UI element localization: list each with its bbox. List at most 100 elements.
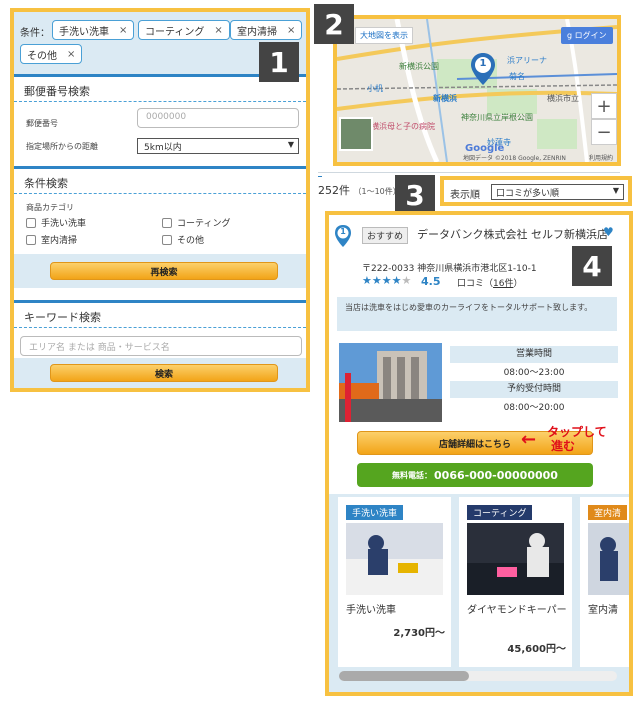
chip-hand-wash[interactable]: 手洗い洗車 ×	[52, 20, 135, 40]
hours-value: 08:00～23:00	[503, 368, 565, 378]
checkbox-label: その他	[177, 236, 205, 246]
stars-empty: ★	[401, 274, 412, 287]
close-icon[interactable]: ×	[214, 25, 222, 36]
result-count-value: 252件	[318, 184, 350, 197]
phone-prefix: 無料電話：	[392, 470, 433, 480]
product-card[interactable]: コーティング ダイヤモンドキーパー 45,600円～	[459, 497, 572, 667]
result-count: 252件 （1～10件）	[318, 182, 401, 198]
product-name: 手洗い洗車	[346, 605, 396, 616]
map-panel: 大地図を表示 g ログイン 浜アリーナ 菊名 新横浜公園 小机 新横浜 横浜市立…	[333, 15, 621, 166]
map-pin-icon: 1	[335, 225, 351, 247]
badge-2: 2	[314, 4, 354, 44]
map-label-kozukue: 小机	[367, 84, 383, 93]
checkbox-icon[interactable]	[162, 234, 172, 245]
map[interactable]: 大地図を表示 g ログイン 浜アリーナ 菊名 新横浜公園 小机 新横浜 横浜市立…	[337, 19, 617, 162]
research-button[interactable]: 再検索	[50, 262, 278, 280]
badge-4: 4	[572, 246, 612, 286]
product-carousel[interactable]: 手洗い洗車 手洗い洗車 2,730円～ コーティング ダイヤモンドキーパー 45…	[329, 494, 629, 692]
close-icon[interactable]: ×	[287, 25, 295, 36]
postal-label: 郵便番号	[26, 119, 58, 128]
map-copyright: 地図データ ©2018 Google, ZENRIN	[463, 155, 566, 162]
product-image	[346, 523, 443, 595]
review-count: 口コミ（16件）	[457, 276, 522, 289]
category-other-checkbox[interactable]: その他	[162, 233, 204, 246]
result-range: （1～10件）	[353, 187, 401, 196]
chip-label: 手洗い洗車	[59, 26, 109, 38]
carousel-scrollbar[interactable]	[339, 671, 617, 681]
divider	[318, 176, 322, 177]
rating-value: 4.5	[421, 275, 441, 288]
free-call-button[interactable]: 無料電話： 0066-000-00000000	[357, 463, 593, 487]
stars-filled: ★★★★	[362, 274, 402, 287]
star-rating-icon: ★★★★★	[362, 274, 411, 287]
reserve-title: 予約受付時間	[450, 381, 618, 398]
map-terms-link[interactable]: 利用規約	[589, 153, 613, 162]
category-coating-checkbox[interactable]: コーティング	[162, 216, 230, 229]
product-tag: 室内清	[588, 505, 628, 520]
sort-select[interactable]: 口コミが多い順 ▼	[491, 184, 624, 200]
pin-number: 1	[340, 227, 346, 236]
map-label-yokohama-city: 横浜市立	[547, 94, 579, 103]
heart-icon[interactable]: ♥	[603, 225, 614, 239]
tap-note-line2: 進む	[551, 439, 576, 453]
map-label-kikuna: 菊名	[509, 72, 525, 81]
map-pin-icon[interactable]: 1	[471, 53, 495, 85]
recommend-tag: おすすめ	[362, 227, 409, 244]
close-icon[interactable]: ×	[67, 49, 75, 60]
tap-annotation: タップして 進む	[547, 425, 607, 453]
map-label-kishine: 神奈川県立岸根公園	[461, 113, 533, 122]
checkbox-icon[interactable]	[162, 217, 172, 228]
map-label-arena: 浜アリーナ	[507, 56, 547, 65]
zoom-out-button[interactable]: −	[591, 119, 617, 145]
category-interior-checkbox[interactable]: 室内清掃	[26, 233, 77, 246]
product-price: 2,730円～	[393, 628, 445, 639]
checkbox-icon[interactable]	[26, 217, 36, 228]
product-price: 45,600円～	[507, 644, 566, 655]
shop-description: 当店は洗車をはじめ愛車のカーライフをトータルサポート致します。	[337, 297, 617, 331]
chip-other[interactable]: その他 ×	[20, 44, 83, 64]
login-button[interactable]: g ログイン	[561, 27, 613, 44]
keyword-input[interactable]: エリア名 または 商品・サービス名	[20, 336, 302, 356]
map-label-park: 新横浜公園	[399, 62, 439, 71]
category-label: 商品カテゴリ	[26, 203, 74, 212]
chip-label: コーティング	[145, 26, 205, 38]
spacer	[14, 288, 306, 300]
product-tag: コーティング	[467, 505, 533, 520]
hours-title: 営業時間	[450, 346, 618, 363]
tap-note-line1: タップして	[547, 425, 607, 439]
scrollbar-thumb[interactable]	[339, 671, 469, 681]
map-label-shin-yokohama: 新横浜	[433, 94, 457, 103]
product-image	[588, 523, 629, 595]
large-map-link[interactable]: 大地図を表示	[355, 27, 413, 44]
distance-select[interactable]: 5km以内 ▼	[137, 138, 299, 154]
shop-address: 〒222-0033 神奈川県横浜市港北区1-10-1	[362, 264, 537, 274]
chip-label: その他	[27, 50, 57, 62]
distance-label: 指定場所からの距離	[26, 142, 98, 151]
close-icon[interactable]: ×	[119, 25, 127, 36]
shop-photo	[339, 343, 442, 422]
condition-section-title: 条件検索	[14, 166, 306, 194]
chip-coating[interactable]: コーティング ×	[138, 20, 230, 40]
review-label: 口コミ（	[457, 279, 494, 289]
google-logo: Google	[465, 143, 505, 154]
postal-code-input[interactable]: 0000000	[137, 108, 299, 128]
product-card[interactable]: 手洗い洗車 手洗い洗車 2,730円～	[338, 497, 451, 667]
chip-label: 室内清掃	[237, 26, 277, 38]
shop-name[interactable]: データバンク株式会社 セルフ新横浜店	[417, 227, 617, 243]
satellite-toggle[interactable]	[339, 117, 373, 151]
keyword-section-title: キーワード検索	[14, 300, 306, 328]
chevron-down-icon: ▼	[287, 140, 294, 149]
product-tag: 手洗い洗車	[346, 505, 404, 520]
review-link[interactable]: 16件	[493, 279, 513, 289]
product-name: ダイヤモンドキーパー	[467, 605, 567, 616]
search-button[interactable]: 検索	[50, 364, 278, 382]
conditions-label: 条件：	[20, 28, 50, 39]
checkbox-icon[interactable]	[26, 234, 36, 245]
chip-interior[interactable]: 室内清掃 ×	[230, 20, 303, 40]
checkbox-label: コーティング	[177, 219, 231, 229]
category-hand-wash-checkbox[interactable]: 手洗い洗車	[26, 216, 86, 229]
badge-1: 1	[259, 42, 299, 82]
chevron-down-icon: ▼	[612, 186, 619, 195]
zoom-in-button[interactable]: +	[591, 93, 617, 119]
product-card[interactable]: 室内清 室内清	[580, 497, 629, 667]
